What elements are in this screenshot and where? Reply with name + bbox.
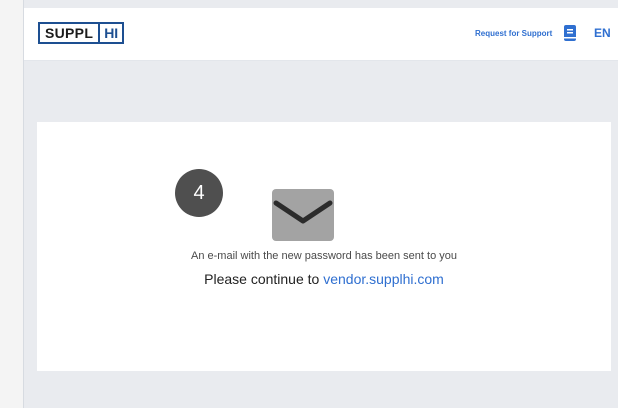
vendor-portal-link[interactable]: vendor.supplhi.com (323, 271, 444, 287)
language-selector[interactable]: EN (594, 26, 611, 40)
supplhi-logo[interactable]: SUPPL HI (38, 22, 125, 44)
book-icon[interactable] (563, 25, 577, 41)
continue-line: Please continue to vendor.supplhi.com (37, 271, 611, 287)
logo-text-suppl: SUPPL (45, 25, 94, 41)
confirmation-card (37, 122, 611, 371)
top-header: SUPPL HI Request for Support EN (24, 8, 618, 61)
logo-text-hi: HI (98, 24, 122, 42)
email-sent-message: An e-mail with the new password has been… (191, 250, 457, 262)
continue-prefix: Please continue to (204, 271, 320, 287)
step-number-badge: 4 (175, 169, 223, 217)
request-support-link[interactable]: Request for Support (475, 29, 552, 38)
mail-icon (272, 189, 334, 241)
left-gutter (0, 0, 23, 408)
